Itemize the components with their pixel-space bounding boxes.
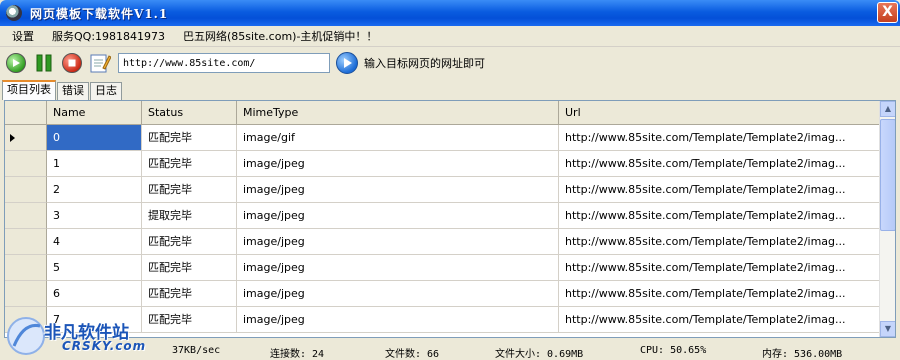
status-files: 文件数: 66 (385, 349, 440, 360)
cell-name[interactable]: 0 (47, 125, 142, 151)
toolbar: 输入目标网页的网址即可 (0, 48, 900, 78)
notepad-icon (90, 54, 111, 73)
cell-mimetype[interactable]: image/jpeg (237, 177, 559, 203)
scroll-down-button[interactable]: ▼ (880, 321, 895, 337)
start-button[interactable] (4, 51, 28, 75)
menu-bar: 设置 服务QQ:1981841973 巴五网络(85site.com)-主机促销… (0, 26, 900, 47)
row-header[interactable] (5, 151, 47, 177)
cell-status[interactable]: 匹配完毕 (142, 255, 237, 281)
cell-url[interactable]: http://www.85site.com/Template/Template2… (559, 307, 881, 333)
cell-mimetype[interactable]: image/jpeg (237, 281, 559, 307)
menu-settings[interactable]: 设置 (6, 28, 40, 44)
cell-name[interactable]: 4 (47, 229, 142, 255)
table-row[interactable]: 2 匹配完毕 image/jpeg http://www.85site.com/Tem… (5, 177, 881, 203)
vertical-scrollbar[interactable]: ▲ ▼ (879, 101, 895, 337)
edit-button[interactable] (88, 51, 112, 75)
go-button[interactable] (336, 52, 358, 74)
current-row-arrow-icon (10, 134, 15, 142)
scroll-up-button[interactable]: ▲ (880, 101, 895, 117)
close-button[interactable]: X (877, 2, 898, 23)
table-row[interactable]: 5 匹配完毕 image/jpeg http://www.85site.com/Tem… (5, 255, 881, 281)
cell-mimetype[interactable]: image/jpeg (237, 255, 559, 281)
menu-promo[interactable]: 巴五网络(85site.com)-主机促销中！！ (177, 28, 383, 44)
menu-service-qq[interactable]: 服务QQ:1981841973 (46, 28, 171, 44)
cell-url[interactable]: http://www.85site.com/Template/Template2… (559, 177, 881, 203)
cell-status[interactable]: 匹配完毕 (142, 229, 237, 255)
column-status[interactable]: Status (142, 101, 237, 125)
cell-mimetype[interactable]: image/jpeg (237, 151, 559, 177)
watermark-logo: 非凡软件站 CRSKY.com (0, 292, 180, 360)
window-title: 网页模板下载软件V1.1 (30, 6, 169, 21)
column-url[interactable]: Url (559, 101, 881, 125)
app-icon (6, 5, 22, 21)
cell-mimetype[interactable]: image/jpeg (237, 203, 559, 229)
column-mimetype[interactable]: MimeType (237, 101, 559, 125)
pause-icon (36, 54, 52, 72)
column-name[interactable]: Name (47, 101, 142, 125)
row-header[interactable] (5, 229, 47, 255)
grid-header: Name Status MimeType Url (5, 101, 881, 125)
table-row[interactable]: 4 匹配完毕 image/jpeg http://www.85site.com/Tem… (5, 229, 881, 255)
status-cpu: CPU: 50.65% (640, 345, 707, 356)
cell-name[interactable]: 1 (47, 151, 142, 177)
cell-url[interactable]: http://www.85site.com/Template/Template2… (559, 281, 881, 307)
cell-url[interactable]: http://www.85site.com/Template/Template2… (559, 125, 881, 151)
tab-strip: 项目列表 错误 日志 (2, 80, 123, 100)
cell-mimetype[interactable]: image/gif (237, 125, 559, 151)
table-row[interactable]: 0 匹配完毕 image/gif http://www.85site.com/Temp… (5, 125, 881, 151)
status-memory: 内存: 536.00MB (762, 349, 843, 360)
tab-errors[interactable]: 错误 (57, 82, 89, 100)
url-hint: 输入目标网页的网址即可 (364, 57, 485, 70)
status-size: 文件大小: 0.69MB (495, 349, 584, 360)
status-connections: 连接数: 24 (270, 349, 325, 360)
cell-url[interactable]: http://www.85site.com/Template/Template2… (559, 151, 881, 177)
cell-name[interactable]: 3 (47, 203, 142, 229)
cell-mimetype[interactable]: image/jpeg (237, 307, 559, 333)
cell-status[interactable]: 匹配完毕 (142, 125, 237, 151)
cell-url[interactable]: http://www.85site.com/Template/Template2… (559, 255, 881, 281)
url-input[interactable] (118, 53, 330, 73)
row-header[interactable] (5, 203, 47, 229)
stop-button[interactable] (60, 51, 84, 75)
cell-status[interactable]: 匹配完毕 (142, 177, 237, 203)
table-row[interactable]: 3 提取完毕 image/jpeg http://www.85site.com/Tem… (5, 203, 881, 229)
cell-url[interactable]: http://www.85site.com/Template/Template2… (559, 203, 881, 229)
cell-status[interactable]: 匹配完毕 (142, 151, 237, 177)
cell-status[interactable]: 提取完毕 (142, 203, 237, 229)
stop-icon (62, 53, 82, 73)
row-header[interactable] (5, 255, 47, 281)
tab-log[interactable]: 日志 (90, 82, 122, 100)
play-icon (6, 53, 26, 73)
watermark-site: CRSKY.com (62, 339, 147, 353)
cell-url[interactable]: http://www.85site.com/Template/Template2… (559, 229, 881, 255)
table-row[interactable]: 1 匹配完毕 image/jpeg http://www.85site.com/Tem… (5, 151, 881, 177)
cell-name[interactable]: 2 (47, 177, 142, 203)
cell-name[interactable]: 5 (47, 255, 142, 281)
header-corner (5, 101, 47, 125)
title-bar: 网页模板下载软件V1.1 X (0, 0, 900, 26)
cell-mimetype[interactable]: image/jpeg (237, 229, 559, 255)
go-arrow-icon (344, 58, 352, 68)
pause-button[interactable] (32, 51, 56, 75)
scroll-thumb[interactable] (880, 119, 895, 231)
row-header[interactable] (5, 177, 47, 203)
tab-project-list[interactable]: 项目列表 (2, 80, 56, 100)
row-header[interactable] (5, 125, 47, 151)
